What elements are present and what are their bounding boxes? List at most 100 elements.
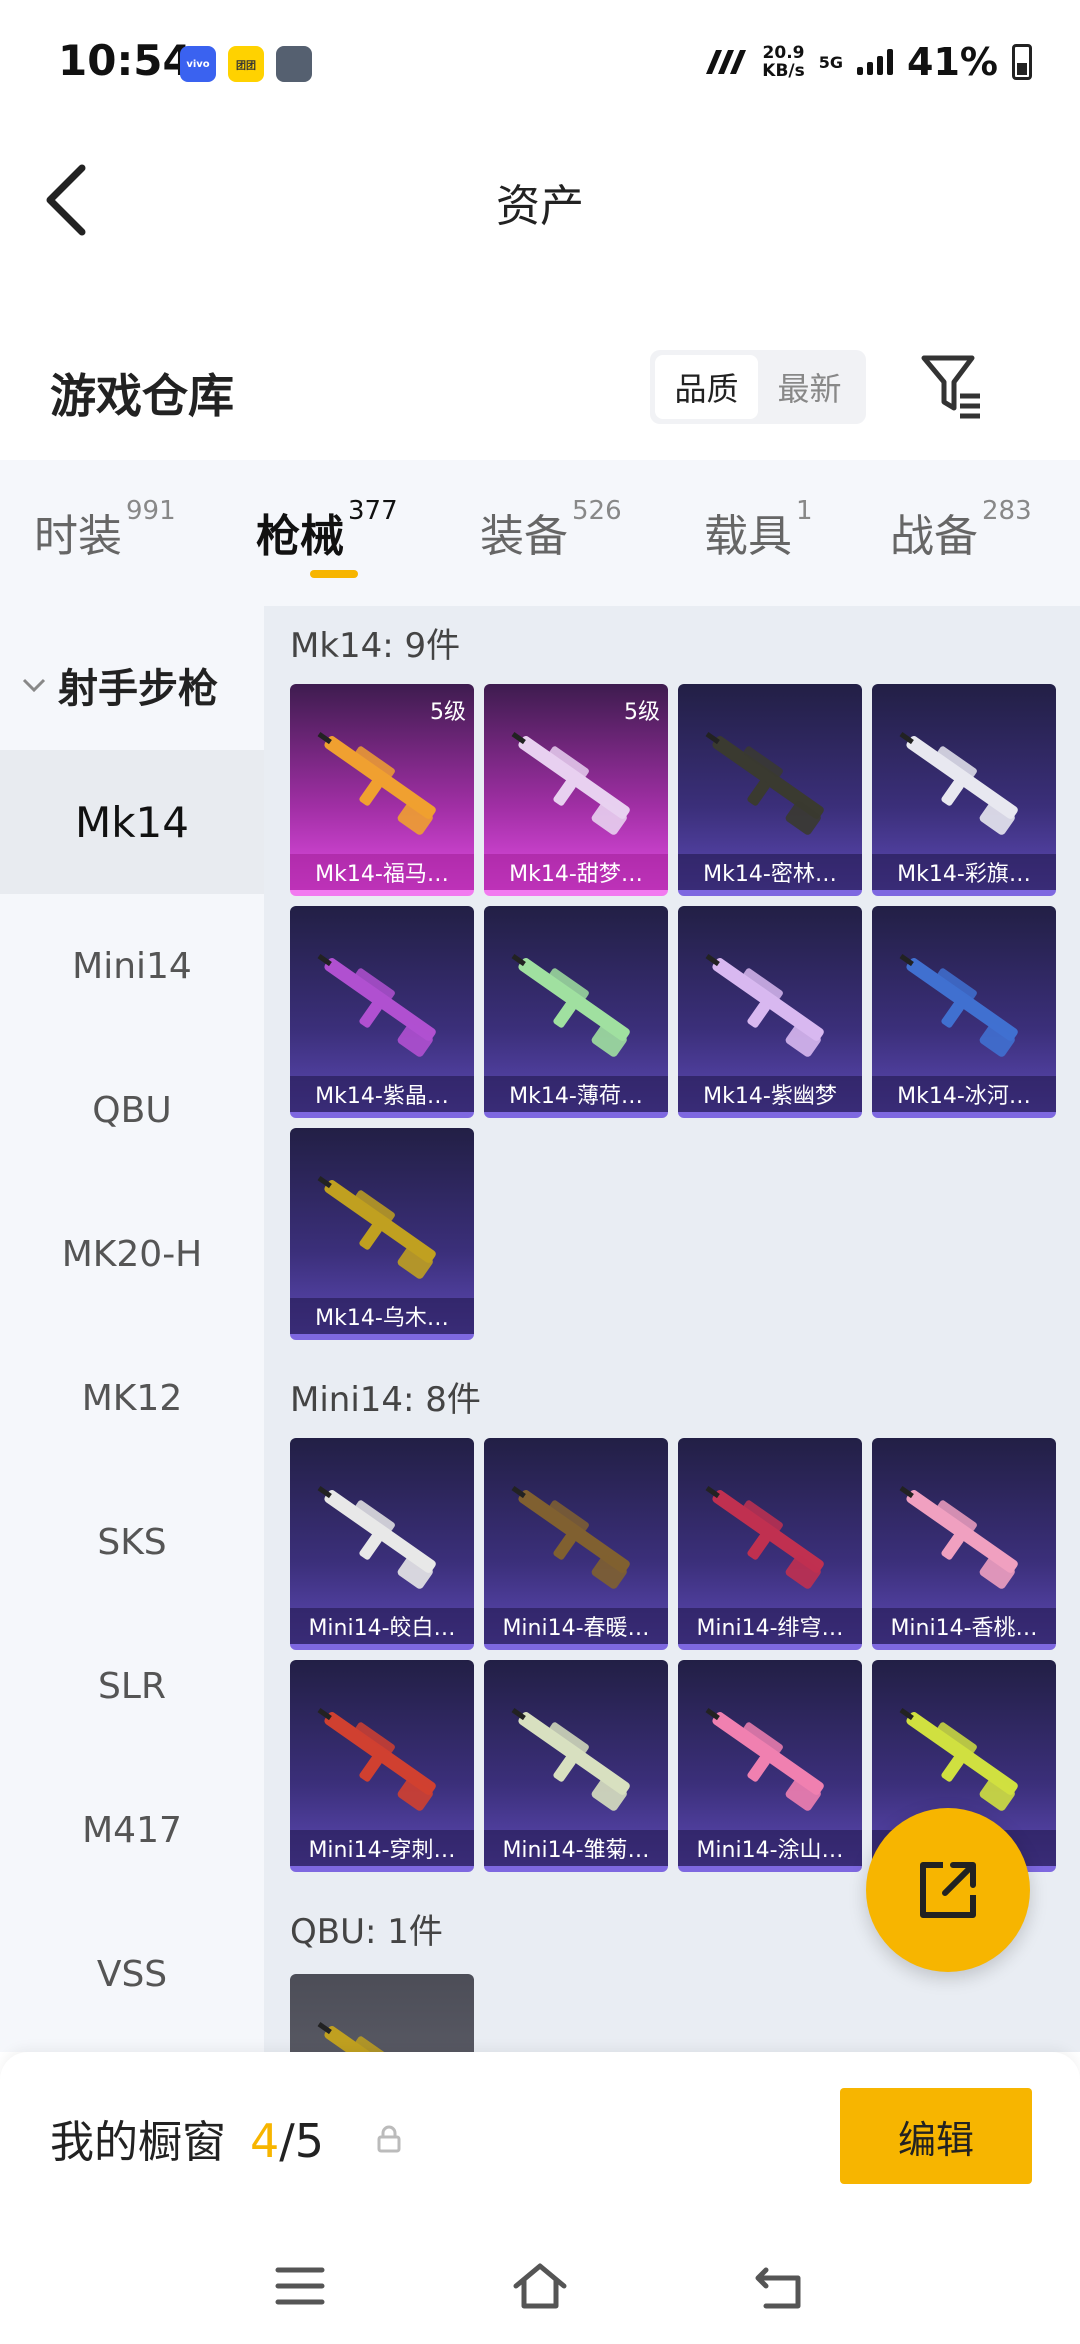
showcase-panel: 我的橱窗 4/5 编辑	[0, 2052, 1080, 2344]
weapon-card[interactable]: Mini14-绯穹…	[678, 1438, 862, 1650]
weapon-image	[899, 731, 1018, 835]
sidebar-item-mk14[interactable]: Mk14	[0, 750, 264, 894]
edit-button[interactable]: 编辑	[840, 2088, 1032, 2184]
weapon-card[interactable]: 5级 Mk14-福马…	[290, 684, 474, 896]
tab-fashion-label: 时装	[34, 511, 122, 562]
tuantuan-app-icon: 团团	[228, 46, 264, 82]
weapon-name: Mk14-彩旗…	[872, 854, 1056, 890]
sidebar-item-m417[interactable]: M417	[0, 1758, 264, 1902]
weapon-card[interactable]: Mk14-密林…	[678, 684, 862, 896]
weapon-name: Mini14-香桃…	[872, 1608, 1056, 1644]
weapon-card[interactable]: Mk14-薄荷…	[484, 906, 668, 1118]
sort-quality-button[interactable]: 品质	[655, 355, 758, 419]
weapon-image	[317, 731, 436, 835]
weapon-card[interactable]: Mk14-冰河…	[872, 906, 1056, 1118]
tab-equipment[interactable]: 装备 526	[480, 496, 622, 564]
sidebar-group-marksman[interactable]: 射手步枪	[20, 656, 218, 714]
weapon-name: Mk14-密林…	[678, 854, 862, 890]
weapon-name: Mk14-紫晶…	[290, 1076, 474, 1112]
weapon-name: Mini14-涂山…	[678, 1830, 862, 1866]
weapon-name: Mini14-皎白…	[290, 1608, 474, 1644]
weapon-image	[511, 953, 630, 1057]
weapon-card[interactable]: Mk14-紫幽梦	[678, 906, 862, 1118]
sidebar-item-slr[interactable]: SLR	[0, 1614, 264, 1758]
avatar-app-icon	[276, 46, 312, 82]
weapon-name: Mk14-甜梦…	[484, 854, 668, 890]
lock-icon	[377, 2125, 401, 2153]
network-speed: 20.9 KB/s	[762, 44, 804, 80]
showcase-current: 4	[250, 2114, 280, 2168]
sidebar-item-vss[interactable]: VSS	[0, 1902, 264, 2046]
weapon-image	[511, 1707, 630, 1811]
weapon-name: Mini14-雏菊…	[484, 1830, 668, 1866]
home-icon[interactable]	[510, 2256, 570, 2316]
filter-icon[interactable]	[920, 352, 984, 420]
weapon-card[interactable]: Mini14-穿刺…	[290, 1660, 474, 1872]
weapon-card[interactable]: Mini14-皎白…	[290, 1438, 474, 1650]
sidebar-item-qbu[interactable]: QBU	[0, 1038, 264, 1182]
weapon-image	[705, 1707, 824, 1811]
showcase-count: 4/5	[250, 2114, 324, 2168]
weapon-name: Mk14-福马…	[290, 854, 474, 890]
showcase-summary: 我的橱窗 4/5	[50, 2106, 324, 2170]
tab-guns-label: 枪械	[256, 511, 344, 562]
showcase-total: /5	[279, 2114, 325, 2168]
weapon-card[interactable]: Mk14-乌木…	[290, 1128, 474, 1340]
weapon-card[interactable]: Mk14-彩旗…	[872, 684, 1056, 896]
status-right: 20.9 KB/s 5G 41%	[704, 36, 1032, 88]
weapon-image	[317, 1485, 436, 1589]
tab-guns-count: 377	[348, 496, 398, 526]
weapon-card[interactable]: Mini14-雏菊…	[484, 1660, 668, 1872]
tab-supplies[interactable]: 战备 283	[890, 496, 1032, 564]
chevron-down-icon	[22, 678, 46, 693]
tab-vehicles-count: 1	[796, 496, 813, 526]
weapon-card[interactable]: 5级 Mk14-甜梦…	[484, 684, 668, 896]
weapon-card[interactable]: Mk14-紫晶…	[290, 906, 474, 1118]
vivo-app-icon: vivo	[180, 46, 216, 82]
tab-equipment-count: 526	[572, 496, 622, 526]
weapon-image	[317, 2021, 436, 2052]
sidebar-item-mini14[interactable]: Mini14	[0, 894, 264, 1038]
page-title: 资产	[496, 181, 584, 232]
weapon-card[interactable]: Mini14-涂山…	[678, 1660, 862, 1872]
weapon-card[interactable]: Mini14-香桃…	[872, 1438, 1056, 1650]
weapon-name: Mk14-薄荷…	[484, 1076, 668, 1112]
weapon-image	[899, 1707, 1018, 1811]
weapon-image	[705, 1485, 824, 1589]
warehouse-title: 游戏仓库	[50, 369, 234, 423]
weapon-image	[317, 1175, 436, 1279]
battery-level: 41%	[907, 40, 998, 84]
category-tabs: 时装 991 枪械 377 装备 526 载具 1 战备 283	[0, 460, 1080, 606]
share-button[interactable]	[866, 1808, 1030, 1972]
signal-logo-icon	[706, 50, 747, 74]
signal-bars-icon	[857, 49, 894, 75]
active-tab-indicator	[310, 570, 358, 578]
weapon-card[interactable]: Mini14-春暖…	[484, 1438, 668, 1650]
weapon-level: 5级	[430, 700, 466, 725]
weapon-image	[705, 953, 824, 1057]
tab-fashion[interactable]: 时装 991	[34, 496, 176, 564]
weapon-card[interactable]	[290, 1974, 474, 2052]
weapon-name: Mini14-春暖…	[484, 1608, 668, 1644]
section-title-qbu: QBU: 1件	[290, 1912, 443, 1952]
section-title-mk14: Mk14: 9件	[290, 626, 461, 666]
tab-vehicles[interactable]: 载具 1	[704, 496, 813, 564]
sidebar-item-sks[interactable]: SKS	[0, 1470, 264, 1614]
weapon-image	[511, 731, 630, 835]
weapon-name: Mini14-穿刺…	[290, 1830, 474, 1866]
weapon-image	[317, 1707, 436, 1811]
share-icon	[920, 1862, 976, 1918]
tab-supplies-count: 283	[982, 496, 1032, 526]
tab-supplies-label: 战备	[890, 511, 978, 562]
sidebar-item-mk20h[interactable]: MK20-H	[0, 1182, 264, 1326]
tab-guns[interactable]: 枪械 377	[256, 496, 398, 564]
weapon-name: Mini14-绯穹…	[678, 1608, 862, 1644]
return-icon[interactable]	[750, 2256, 810, 2316]
sidebar-item-mk12[interactable]: MK12	[0, 1326, 264, 1470]
sort-latest-button[interactable]: 最新	[758, 355, 861, 419]
weapon-name: Mk14-乌木…	[290, 1298, 474, 1334]
menu-icon[interactable]	[270, 2256, 330, 2316]
weapon-name: Mk14-冰河…	[872, 1076, 1056, 1112]
showcase-title: 我的橱窗	[50, 2117, 226, 2168]
status-time: 10:54	[58, 36, 192, 85]
